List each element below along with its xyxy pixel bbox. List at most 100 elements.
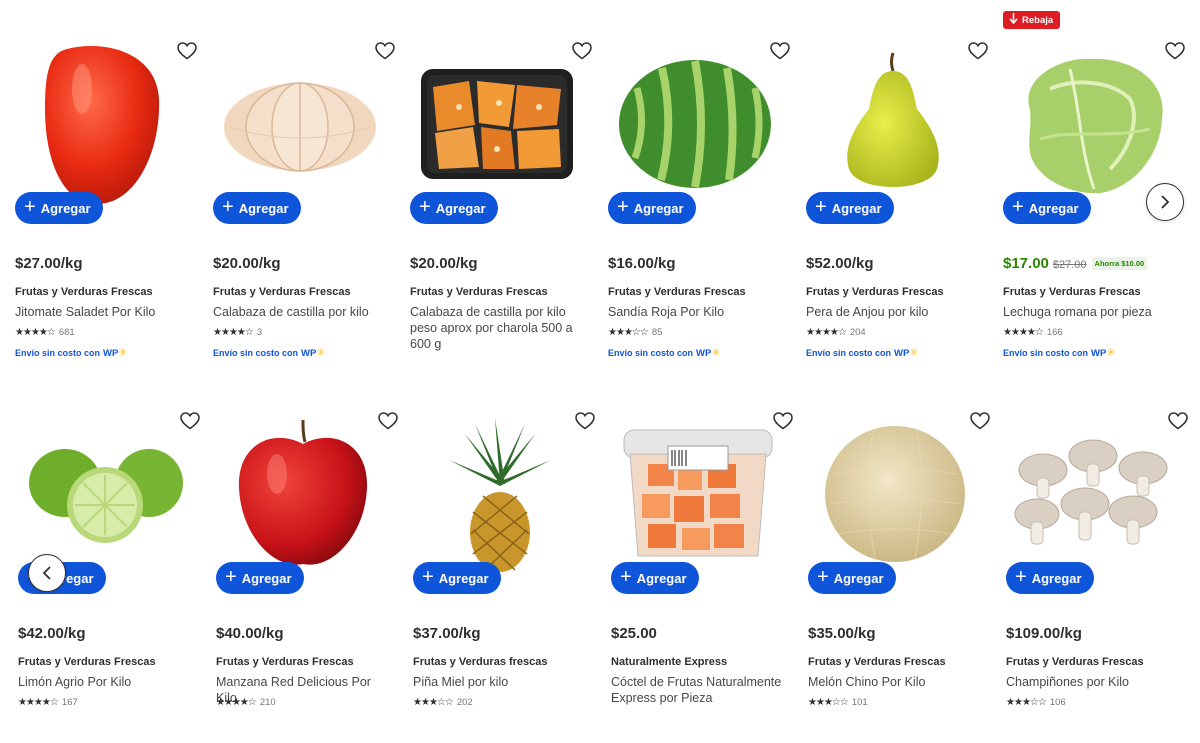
review-count: 85 [651, 327, 663, 338]
product-rating: ★★★★☆ 210 [216, 697, 276, 708]
product-brand: Frutas y Verduras Frescas [15, 286, 153, 298]
add-to-cart-button[interactable]: +Agregar [213, 192, 301, 224]
product-brand: Frutas y Verduras Frescas [18, 656, 156, 668]
product-price: $52.00/kg [806, 255, 874, 272]
walmart-pass-icon: WP✳ [1091, 347, 1116, 359]
product-price: $27.00/kg [15, 255, 83, 272]
plus-icon: + [620, 566, 632, 588]
chevron-left-icon [42, 566, 51, 580]
product-image[interactable] [608, 36, 782, 212]
product-title[interactable]: Jitomate Saladet Por Kilo [15, 304, 189, 320]
favorite-heart-icon[interactable] [1168, 412, 1190, 434]
star-icon: ★ [33, 697, 43, 708]
star-icon: ☆ [444, 697, 454, 708]
star-icon: ★ [239, 697, 249, 708]
add-to-cart-button[interactable]: +Agregar [1006, 562, 1094, 594]
add-to-cart-button[interactable]: +Agregar [15, 192, 103, 224]
star-icon: ☆ [831, 697, 841, 708]
shipping-info: Envío sin costo con WP✳ [1003, 347, 1116, 359]
shipping-info: Envío sin costo con WP✳ [608, 347, 721, 359]
product-rating: ★★★★☆ 167 [18, 697, 78, 708]
favorite-heart-icon[interactable] [575, 412, 597, 434]
add-to-cart-button[interactable]: +Agregar [608, 192, 696, 224]
rebaja-badge: Rebaja [1003, 11, 1061, 29]
favorite-heart-icon[interactable] [177, 42, 199, 64]
star-icon: ★ [216, 697, 225, 708]
star-icon: ☆ [631, 327, 641, 338]
product-brand: Frutas y Verduras Frescas [216, 656, 354, 668]
stars-icon: ★★★☆☆ [1006, 697, 1047, 708]
add-to-cart-button[interactable]: +Agregar [611, 562, 699, 594]
add-to-cart-button[interactable]: +Agregar [413, 562, 501, 594]
star-icon: ☆ [1037, 697, 1047, 708]
product-title[interactable]: Lechuga romana por pieza [1003, 304, 1177, 320]
product-image[interactable] [1003, 36, 1177, 212]
add-to-cart-button[interactable]: +Agregar [410, 192, 498, 224]
favorite-heart-icon[interactable] [1165, 42, 1187, 64]
stars-icon: ★★★★☆ [15, 327, 56, 338]
product-title[interactable]: Pera de Anjou por kilo [806, 304, 980, 320]
walmart-pass-icon: WP✳ [696, 347, 721, 359]
walmart-pass-icon: WP✳ [103, 347, 128, 359]
apple-icon [238, 419, 368, 565]
product-rating: ★★★☆☆ 85 [608, 327, 662, 338]
chevron-right-icon [1161, 195, 1170, 209]
favorite-heart-icon[interactable] [375, 42, 397, 64]
favorite-heart-icon[interactable] [572, 42, 594, 64]
product-title[interactable]: Sandía Roja Por Kilo [608, 304, 782, 320]
product-image[interactable] [413, 406, 587, 582]
product-brand: Frutas y Verduras Frescas [608, 286, 746, 298]
review-count: 3 [256, 327, 263, 338]
product-image[interactable] [213, 36, 387, 212]
product-image[interactable] [1006, 406, 1180, 582]
carousel-next-button[interactable] [1146, 183, 1184, 221]
product-title[interactable]: Calabaza de castilla por kilo [213, 304, 387, 320]
add-to-cart-button[interactable]: +Agregar [808, 562, 896, 594]
star-icon: ★ [1010, 327, 1020, 338]
product-image[interactable] [410, 36, 584, 212]
star-icon: ★ [223, 697, 233, 708]
plus-icon: + [817, 566, 829, 588]
favorite-heart-icon[interactable] [773, 412, 795, 434]
product-title[interactable]: Calabaza de castilla por kilo peso aprox… [410, 304, 578, 352]
favorite-heart-icon[interactable] [770, 42, 792, 64]
star-icon: ★ [1021, 697, 1031, 708]
stars-icon: ★★★☆☆ [808, 697, 849, 708]
review-count: 106 [1049, 697, 1066, 708]
star-icon: ★ [38, 327, 48, 338]
review-count: 204 [849, 327, 866, 338]
favorite-heart-icon[interactable] [970, 412, 992, 434]
star-icon: ★ [623, 327, 633, 338]
mushrooms-icon [1014, 439, 1168, 545]
star-icon: ★ [25, 697, 35, 708]
product-image[interactable] [808, 406, 982, 582]
product-title[interactable]: Melón Chino Por Kilo [808, 674, 982, 690]
favorite-heart-icon[interactable] [968, 42, 990, 64]
plus-icon: + [24, 196, 36, 218]
product-title[interactable]: Piña Miel por kilo [413, 674, 587, 690]
product-title[interactable]: Champiñones por Kilo [1006, 674, 1180, 690]
product-rating: ★★★★☆ 681 [15, 327, 75, 338]
product-title[interactable]: Limón Agrio Por Kilo [18, 674, 192, 690]
product-brand: Frutas y Verduras Frescas [806, 286, 944, 298]
add-to-cart-button[interactable]: +Agregar [216, 562, 304, 594]
product-image[interactable] [806, 36, 980, 212]
product-image[interactable] [15, 36, 189, 212]
favorite-heart-icon[interactable] [180, 412, 202, 434]
carousel-prev-button[interactable] [28, 554, 66, 592]
product-image[interactable] [611, 406, 785, 582]
star-icon: ★ [1006, 697, 1015, 708]
melon-icon [825, 426, 965, 562]
add-to-cart-button[interactable]: +Agregar [1003, 192, 1091, 224]
add-to-cart-button[interactable]: +Agregar [806, 192, 894, 224]
favorite-heart-icon[interactable] [378, 412, 400, 434]
stars-icon: ★★★☆☆ [608, 327, 649, 338]
star-icon: ★ [41, 697, 51, 708]
star-icon: ★ [413, 697, 422, 708]
stars-icon: ★★★☆☆ [413, 697, 454, 708]
product-image[interactable] [216, 406, 390, 582]
product-rating: ★★★★☆ 204 [806, 327, 866, 338]
star-icon: ★ [236, 327, 246, 338]
product-title[interactable]: Cóctel de Frutas Naturalmente Express po… [611, 674, 785, 706]
product-brand: Naturalmente Express [611, 656, 728, 668]
